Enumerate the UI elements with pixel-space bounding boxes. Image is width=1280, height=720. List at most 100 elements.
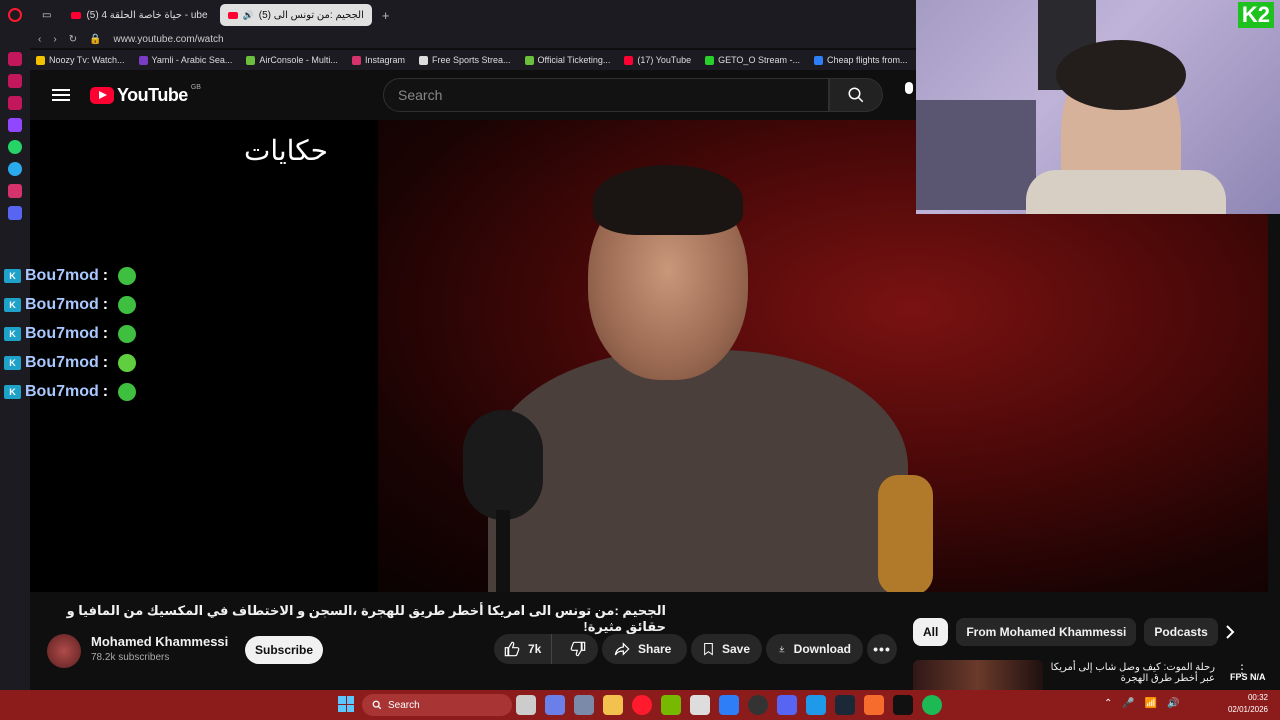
chat-username: Bou7mod xyxy=(25,295,99,313)
bookmark-item[interactable]: Cheap flights from... xyxy=(813,55,908,65)
nvidia-icon[interactable] xyxy=(661,695,681,715)
opera-logo-icon[interactable] xyxy=(8,8,22,22)
filter-chip[interactable]: All xyxy=(913,618,949,646)
menu-icon[interactable] xyxy=(52,86,70,106)
opera-icon[interactable] xyxy=(632,695,652,715)
epic-games-icon[interactable] xyxy=(893,695,913,715)
more-horizontal-icon: ••• xyxy=(873,641,891,657)
tab-workspaces[interactable]: ▭ xyxy=(34,4,59,26)
bookmark-favicon-icon xyxy=(138,55,148,65)
youtube-icon xyxy=(71,11,82,19)
share-button[interactable]: Share xyxy=(602,634,687,664)
instagram-icon[interactable] xyxy=(8,184,22,198)
bookmark-favicon-icon xyxy=(624,55,634,65)
stream-chat-overlay: K Bou7mod: K Bou7mod: K Bou7mod: K Bou7mod: K Bou… xyxy=(4,265,137,402)
emote-icon xyxy=(118,353,137,372)
settings-icon[interactable] xyxy=(574,695,594,715)
music-icon[interactable] xyxy=(8,96,22,110)
youtube-logo[interactable]: YouTube GB xyxy=(90,84,201,106)
kick-badge-icon: K xyxy=(4,384,21,399)
whatsapp-icon[interactable] xyxy=(8,140,22,154)
emote-icon xyxy=(118,324,137,343)
spotify-icon[interactable] xyxy=(922,695,942,715)
bookmark-item[interactable]: Noozy Tv: Watch... xyxy=(36,55,125,65)
recommendation-thumbnail[interactable] xyxy=(913,660,1043,690)
chevron-up-icon[interactable]: ⌃ xyxy=(1104,698,1112,709)
origin-icon[interactable] xyxy=(864,695,884,715)
download-icon xyxy=(779,646,785,653)
bookmark-item[interactable]: AirConsole - Multi... xyxy=(246,55,338,65)
windows-taskbar: Search ⌃ 🎤 📶 🔊 xyxy=(0,690,1280,720)
clock-time: 00:32 xyxy=(1247,693,1268,702)
telegram-icon[interactable] xyxy=(8,162,22,176)
fps-overlay: FPS N/A xyxy=(1230,672,1266,682)
subscribe-button[interactable]: Subscribe xyxy=(245,636,323,664)
more-actions-button[interactable]: ••• xyxy=(867,634,897,664)
bookmark-item[interactable]: Free Sports Strea... xyxy=(418,55,511,65)
tab-2[interactable]: 🔊 (5) الجحيم :من تونس الى xyxy=(219,4,372,26)
aria-icon[interactable] xyxy=(8,52,22,66)
recommendation-title[interactable]: رحلة الموت: كيف وصل شاب إلى أمريكا عبر أ… xyxy=(1050,662,1215,684)
bookmark-item[interactable]: Official Ticketing... xyxy=(524,55,610,65)
channel-avatar[interactable] xyxy=(47,634,81,668)
download-button[interactable]: Download xyxy=(766,634,863,664)
forward-icon[interactable]: › xyxy=(53,34,56,45)
bookmark-favicon-icon xyxy=(351,55,361,65)
search-button[interactable] xyxy=(829,78,883,112)
twitch-icon[interactable] xyxy=(8,118,22,132)
save-button[interactable]: Save xyxy=(691,634,762,664)
youtube-icon xyxy=(227,11,238,19)
bookmark-item[interactable]: (17) YouTube xyxy=(624,55,691,65)
video-title: الجحيم :من تونس الى امريكا أخطر طريق لله… xyxy=(66,603,666,634)
app-icon[interactable] xyxy=(719,695,739,715)
back-icon[interactable]: ‹ xyxy=(38,34,41,45)
task-view-icon[interactable] xyxy=(516,695,536,715)
obs-icon[interactable] xyxy=(748,695,768,715)
discord-icon[interactable] xyxy=(8,206,22,220)
filter-chip[interactable]: From Mohamed Khammessi xyxy=(956,618,1137,646)
taskbar-search[interactable]: Search xyxy=(362,694,512,716)
steam-icon[interactable] xyxy=(835,695,855,715)
bookmark-favicon-icon xyxy=(705,55,715,65)
subscriber-count: 78.2k subscribers xyxy=(91,652,170,663)
network-icon[interactable]: 📶 xyxy=(1145,698,1157,709)
microphone-icon xyxy=(905,82,913,94)
bookmarks-bar: Noozy Tv: Watch... Yamli - Arabic Sea... A… xyxy=(30,50,916,70)
bookmark-favicon-icon xyxy=(418,55,428,65)
emote-icon xyxy=(118,266,137,285)
dislike-button[interactable] xyxy=(560,634,596,664)
search-input[interactable]: Search xyxy=(383,78,829,112)
bookmark-label: Instagram xyxy=(364,55,405,65)
bookmark-item[interactable]: Yamli - Arabic Sea... xyxy=(138,55,233,65)
chat-message: K Bou7mod: xyxy=(4,265,137,286)
windows-start-icon[interactable] xyxy=(338,696,354,712)
tab-bar: ▭ (5) حياة خاصة الحلقة 4 - ube 🔊 (5) الج… xyxy=(30,0,916,30)
bookmark-item[interactable]: GETO_O Stream -... xyxy=(705,55,800,65)
chips-next-button[interactable] xyxy=(1220,622,1240,642)
bookmark-favicon-icon xyxy=(813,55,823,65)
screen: { "browser": { "tabs": [ {"label": "(5) … xyxy=(0,0,1280,720)
kick-badge-icon: K xyxy=(4,326,21,341)
battlenet-icon[interactable] xyxy=(806,695,826,715)
chat-message: K Bou7mod: xyxy=(4,323,137,344)
streamer-webcam: K2 xyxy=(916,0,1280,214)
bookmark-item[interactable]: Instagram xyxy=(351,55,405,65)
file-explorer-icon[interactable] xyxy=(603,695,623,715)
microphone-icon[interactable]: 🎤 xyxy=(1122,698,1134,709)
volume-icon[interactable]: 🔊 xyxy=(1167,698,1179,709)
store-icon[interactable] xyxy=(690,695,710,715)
new-tab-button[interactable]: + xyxy=(376,8,396,23)
tab-1[interactable]: (5) حياة خاصة الحلقة 4 - ube xyxy=(63,4,215,26)
bookmark-label: Yamli - Arabic Sea... xyxy=(151,55,233,65)
emote-icon xyxy=(118,382,137,401)
url-field[interactable]: www.youtube.com/watch xyxy=(114,34,224,45)
taskbar-clock[interactable]: 00:32 02/01/2026 xyxy=(1224,692,1268,716)
like-button[interactable]: 7k xyxy=(494,634,553,664)
messenger-icon[interactable] xyxy=(8,74,22,88)
bookmark-label: Noozy Tv: Watch... xyxy=(49,55,125,65)
reload-icon[interactable]: ↻ xyxy=(69,34,77,45)
discord-icon[interactable] xyxy=(777,695,797,715)
channel-name[interactable]: Mohamed Khammessi xyxy=(91,634,228,649)
filter-chip[interactable]: Podcasts xyxy=(1144,618,1218,646)
copilot-icon[interactable] xyxy=(545,695,565,715)
